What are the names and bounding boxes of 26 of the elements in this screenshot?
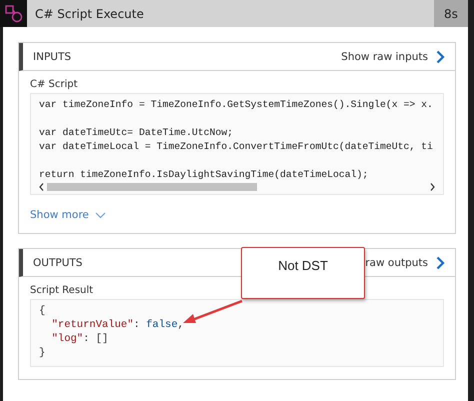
duration-label: 8s xyxy=(434,0,468,27)
section-title: INPUTS xyxy=(33,50,72,62)
code-line: return timeZoneInfo.IsDaylightSavingTime(dateTimeLocal); xyxy=(39,168,368,182)
connected-squares-icon xyxy=(4,4,22,22)
code-line: var timeZoneInfo = TimeZoneInfo.GetSystemTimeZones().Single(x => x. xyxy=(39,98,433,112)
code-line: "returnValue": false, xyxy=(50,318,184,332)
code-line: var dateTimeUtc= DateTime.UtcNow; xyxy=(39,126,234,140)
code-line: { xyxy=(39,304,46,318)
field-label: Script Result xyxy=(30,285,94,296)
horizontal-scrollbar[interactable] xyxy=(39,182,435,192)
code-line: "log": [] xyxy=(50,332,108,346)
chevron-down-icon[interactable] xyxy=(94,212,106,218)
callout-text: Not DST xyxy=(278,258,328,275)
scroll-left-icon[interactable] xyxy=(39,183,44,191)
scroll-right-icon[interactable] xyxy=(430,183,435,191)
code-line: var dateTimeLocal = TimeZoneInfo.ConvertTimeFromUtc(dateTimeUtc, ti xyxy=(39,140,433,154)
field-label: C# Script xyxy=(30,79,79,90)
chevron-right-icon[interactable] xyxy=(436,256,445,270)
code-line: } xyxy=(39,346,46,360)
window-title: C# Script Execute xyxy=(35,6,144,20)
chevron-right-icon[interactable] xyxy=(436,50,445,64)
show-raw-inputs-link[interactable]: Show raw inputs xyxy=(341,50,428,62)
callout-arrow xyxy=(183,300,242,323)
show-more-link[interactable]: Show more xyxy=(30,209,89,221)
section-title: OUTPUTS xyxy=(33,256,82,268)
show-raw-outputs-link[interactable]: raw outputs xyxy=(365,256,428,268)
